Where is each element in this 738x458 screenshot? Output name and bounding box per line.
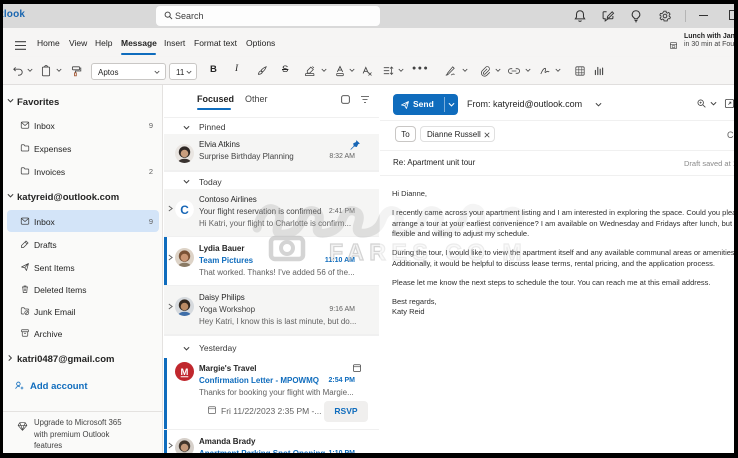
svg-text:M: M bbox=[181, 367, 189, 378]
svg-text:C: C bbox=[180, 203, 189, 217]
